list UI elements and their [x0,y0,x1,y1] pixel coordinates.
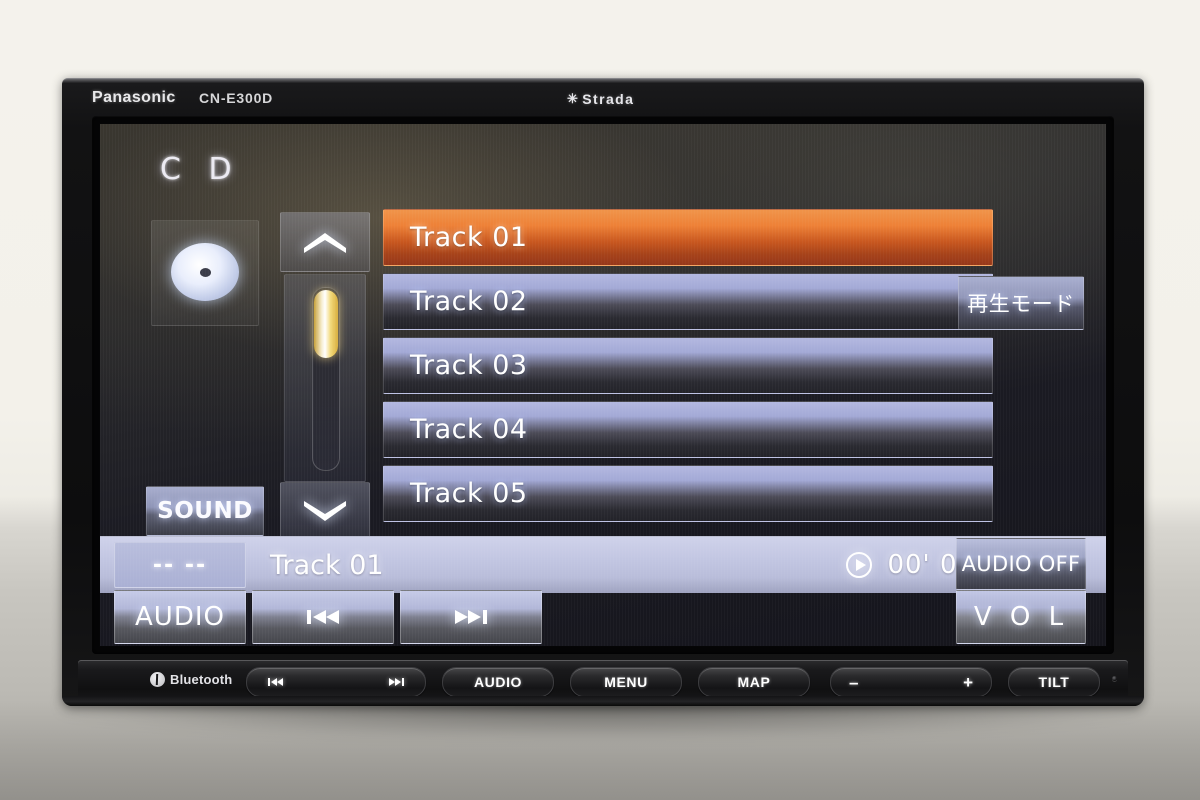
chevron-up-icon [304,233,346,253]
hw-audio-label: AUDIO [473,674,523,690]
volume-button[interactable]: V O L [956,590,1086,644]
track-row[interactable]: Track 02 [383,273,993,330]
chevron-down-icon [304,501,346,521]
previous-track-button[interactable] [252,590,394,644]
brand-bar: Panasonic CN-E300D ✳ Strada [62,84,1144,116]
bluetooth-badge: Bluetooth [150,672,232,687]
playback-mode-label: 再生モード [967,292,1075,316]
volume-down-icon[interactable]: – [849,674,858,691]
sound-button[interactable]: SOUND [146,486,264,536]
hw-map-button[interactable]: MAP [698,667,810,697]
track-row[interactable]: Track 04 [383,401,993,458]
sparkle-icon: ✳ [567,91,580,106]
sound-button-label: SOUND [157,498,253,524]
bottom-control-row: AUDIO V O L [100,588,1106,646]
bluetooth-icon [150,672,165,687]
hw-map-label: MAP [737,674,771,690]
screen-bezel: C D SOUND Track 01 Track 02 Track 03 Tra… [92,116,1114,654]
hw-menu-button[interactable]: MENU [570,667,682,697]
track-label: Track 01 [410,222,528,253]
chassis-top-highlight [62,78,1144,83]
scroll-up-button[interactable] [280,212,370,272]
scroll-down-button[interactable] [280,482,370,542]
track-row[interactable]: Track 01 [383,209,993,266]
hw-menu-label: MENU [604,674,648,690]
reset-pinhole[interactable] [1112,676,1117,681]
hw-audio-button[interactable]: AUDIO [442,667,554,697]
lcd-screen[interactable]: C D SOUND Track 01 Track 02 Track 03 Tra… [100,124,1106,646]
model-number: CN-E300D [199,90,274,106]
disc-art-panel [151,220,259,326]
cd-disc-icon [171,243,239,301]
next-track-button[interactable] [400,590,542,644]
skip-previous-icon [307,610,339,624]
track-label: Track 04 [410,414,528,445]
skip-next-icon [455,610,487,624]
product-photo: Panasonic CN-E300D ✳ Strada C D SOUND Tr… [0,0,1200,800]
audio-off-label: AUDIO OFF [961,552,1081,576]
hw-tilt-label: TILT [1038,674,1070,690]
audio-source-button[interactable]: AUDIO [114,590,246,644]
scrollbar[interactable] [284,274,366,482]
hw-volume-rocker[interactable]: – + [830,667,992,697]
track-label: Track 02 [410,286,528,317]
hw-tilt-button[interactable]: TILT [1008,667,1100,697]
volume-up-icon[interactable]: + [963,674,973,691]
cd-disc-hole [200,268,211,277]
source-label: C D [160,152,241,187]
audio-button-label: AUDIO [135,602,225,632]
bluetooth-label: Bluetooth [170,672,233,687]
desk-surface [0,700,1200,800]
chassis-bottom-edge [62,696,1144,706]
series-logo-text: Strada [582,91,635,107]
scroll-column [280,212,370,542]
hw-skip-rocker[interactable] [246,667,426,697]
series-logo: ✳ Strada [567,91,634,107]
skip-previous-icon [268,678,283,686]
scrollbar-track[interactable] [312,287,340,471]
disc-track-indicator: -- -- [114,542,246,588]
track-label: Track 03 [410,350,528,381]
now-playing-title: Track 01 [270,549,384,581]
car-head-unit: Panasonic CN-E300D ✳ Strada C D SOUND Tr… [62,78,1144,706]
audio-off-button[interactable]: AUDIO OFF [956,538,1086,590]
track-row[interactable]: Track 03 [383,337,993,394]
brand-logo: Panasonic [92,89,176,106]
volume-button-label: V O L [973,602,1069,632]
skip-next-icon [389,678,404,686]
track-row[interactable]: Track 05 [383,465,993,522]
hw-skip-rocker-inner [266,676,406,688]
track-list: Track 01 Track 02 Track 03 Track 04 Trac… [383,209,993,529]
play-circle-icon [846,552,873,578]
track-label: Track 05 [410,478,528,509]
scrollbar-thumb[interactable] [314,290,338,358]
hw-volume-rocker-inner: – + [849,674,973,691]
playback-mode-button[interactable]: 再生モード [958,276,1084,330]
